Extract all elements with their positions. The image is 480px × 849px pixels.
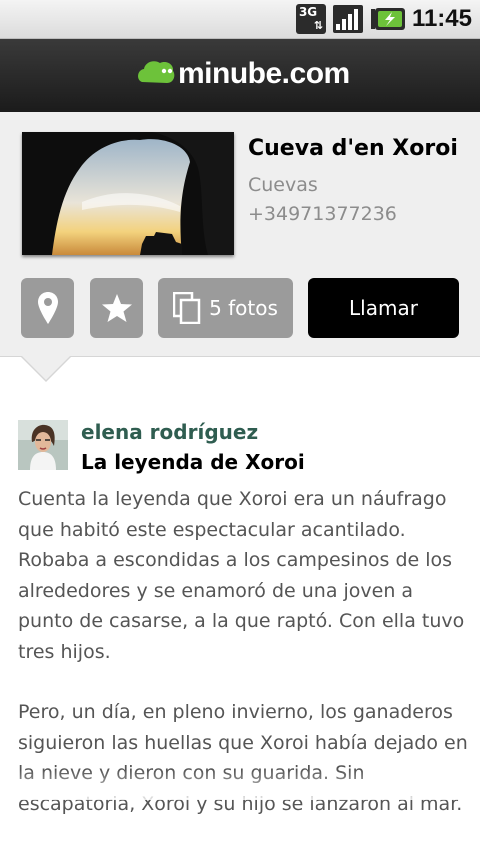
minube-blob-icon: [138, 61, 175, 83]
map-pin-icon: [37, 292, 58, 324]
status-bar: 3G ⇅ 11:45: [0, 0, 480, 39]
logo-text: minube.com: [178, 57, 350, 90]
network-type: 3G: [298, 5, 318, 19]
data-arrows-icon: ⇅: [313, 19, 323, 32]
review-paragraph: Cuenta la leyenda que Xoroi era un náufr…: [18, 488, 465, 663]
author-avatar[interactable]: [18, 420, 68, 470]
review-title: La leyenda de Xoroi: [81, 450, 305, 474]
call-button[interactable]: Llamar: [308, 278, 459, 338]
card-pointer: [22, 356, 70, 380]
place-photo[interactable]: [22, 132, 234, 255]
place-name: Cueva d'en Xoroi: [248, 136, 458, 161]
photos-count-label: 5 fotos: [209, 296, 278, 320]
minube-logo[interactable]: minube.com: [136, 57, 350, 91]
place-category[interactable]: Cuevas: [248, 174, 318, 196]
signal-icon: [332, 5, 363, 33]
network-3g-icon: 3G ⇅: [295, 4, 326, 34]
map-button[interactable]: [21, 278, 74, 338]
review-paragraph: Pero, un día, en pleno invierno, los gan…: [18, 701, 468, 815]
star-icon: [101, 294, 132, 322]
favorite-button[interactable]: [90, 278, 143, 338]
review-author[interactable]: elena rodríguez: [81, 420, 258, 444]
place-phone[interactable]: +34971377236: [248, 203, 397, 225]
place-card: Cueva d'en Xoroi Cuevas +34971377236 5 f…: [0, 112, 480, 357]
photos-button[interactable]: 5 fotos: [158, 278, 293, 338]
scroll-fade: [0, 770, 480, 800]
battery-charging-icon: [370, 8, 405, 30]
app-header: minube.com: [0, 39, 480, 112]
photos-icon: [173, 292, 201, 324]
status-icons: 3G ⇅ 11:45: [295, 0, 480, 38]
clock: 11:45: [411, 5, 472, 32]
